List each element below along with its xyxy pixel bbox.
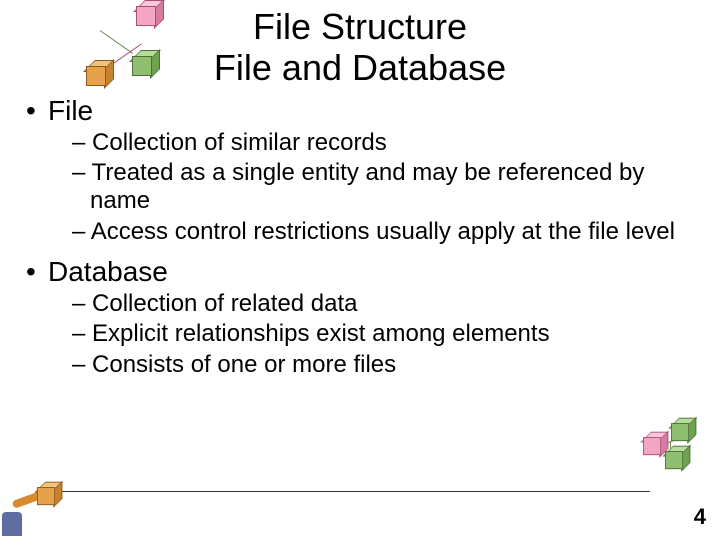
bullet-level2: Collection of related data [20,290,700,318]
decorative-boxes-bottom-right [640,416,710,486]
bullet-level2: Collection of similar records [20,129,700,157]
slide: File Structure File and Database File Co… [0,0,720,540]
box-icon [37,487,57,507]
box-icon [665,451,685,471]
bullet-level2: Treated as a single entity and may be re… [20,159,700,216]
box-icon [643,437,663,457]
bullet-level1: File [20,95,700,127]
decorative-boxes-top-left [40,6,150,106]
page-number: 4 [694,504,706,530]
bullet-level2: Explicit relationships exist among eleme… [20,320,700,348]
bullet-level2: Access control restrictions usually appl… [20,218,700,246]
slide-body: File Collection of similar records Treat… [0,95,720,379]
box-icon [132,56,154,78]
person-body [2,512,22,536]
box-icon [86,66,108,88]
bullet-level1: Database [20,256,700,288]
box-icon [136,6,158,28]
box-icon [671,423,691,443]
connector-line [100,30,133,54]
decorative-person-bottom-left [2,478,66,538]
footer-divider [40,491,650,492]
bullet-level2: Consists of one or more files [20,351,700,379]
